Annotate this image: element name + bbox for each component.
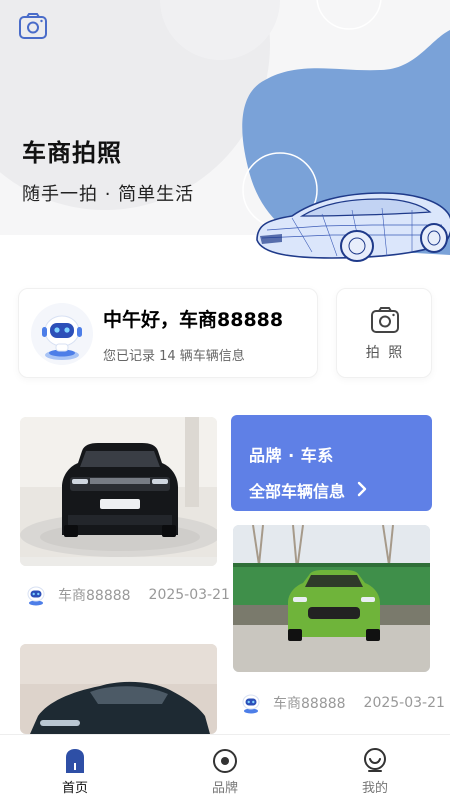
profile-icon (364, 748, 386, 772)
car-photo-black-suv[interactable] (20, 417, 217, 566)
tab-home-label: 首页 (61, 781, 88, 796)
brand-icon (213, 749, 237, 773)
tab-brand[interactable]: 品牌 (150, 735, 300, 800)
bottom-tab-bar: 首页 品牌 我的 (0, 734, 450, 800)
feed-item-user: 车商88888 (58, 588, 131, 604)
car-photo-dark-sedan[interactable] (20, 644, 217, 734)
robot-avatar-small (27, 586, 45, 606)
tab-brand-label: 品牌 (211, 781, 238, 796)
robot-avatar (31, 303, 93, 365)
all-vehicles-link[interactable]: 全部车辆信息 (249, 478, 345, 502)
hero-banner: 车商拍照 随手一拍 · 简单生活 (0, 0, 450, 270)
feed-item-date: 2025-03-21 (363, 695, 445, 711)
greeting-card: 中午好，车商88888 您已记录 14 辆车辆信息 (18, 288, 318, 378)
hero-car-illustration (242, 0, 450, 262)
feed-item-user: 车商88888 (273, 696, 346, 712)
brand-series-title: 品牌 · 车系 (249, 446, 334, 465)
car-photo-green-suv[interactable] (233, 525, 430, 672)
robot-avatar-small (242, 694, 260, 714)
take-photo-button[interactable]: 拍 照 (336, 288, 432, 378)
tab-profile-label: 我的 (361, 781, 388, 796)
hero-subtitle: 随手一拍 · 简单生活 (22, 184, 195, 205)
take-photo-label: 拍 照 (365, 345, 405, 361)
feed-item-meta: 车商88888 2025-03-21 (239, 690, 445, 716)
tab-profile[interactable]: 我的 (300, 735, 450, 800)
greeting-subtitle: 您已记录 14 辆车辆信息 (103, 349, 245, 364)
brand-series-card[interactable]: 品牌 · 车系 全部车辆信息 (231, 415, 432, 511)
hero-title: 车商拍照 (22, 139, 122, 167)
chevron-right-icon (357, 481, 367, 497)
tab-home[interactable]: 首页 (0, 735, 150, 800)
feed-item-meta: 车商88888 2025-03-21 (24, 582, 230, 608)
feed-item-date: 2025-03-21 (148, 587, 230, 603)
camera-icon (371, 307, 399, 333)
greeting-title: 中午好，车商88888 (103, 309, 284, 331)
camera-icon[interactable] (18, 12, 48, 40)
home-icon (66, 749, 84, 773)
